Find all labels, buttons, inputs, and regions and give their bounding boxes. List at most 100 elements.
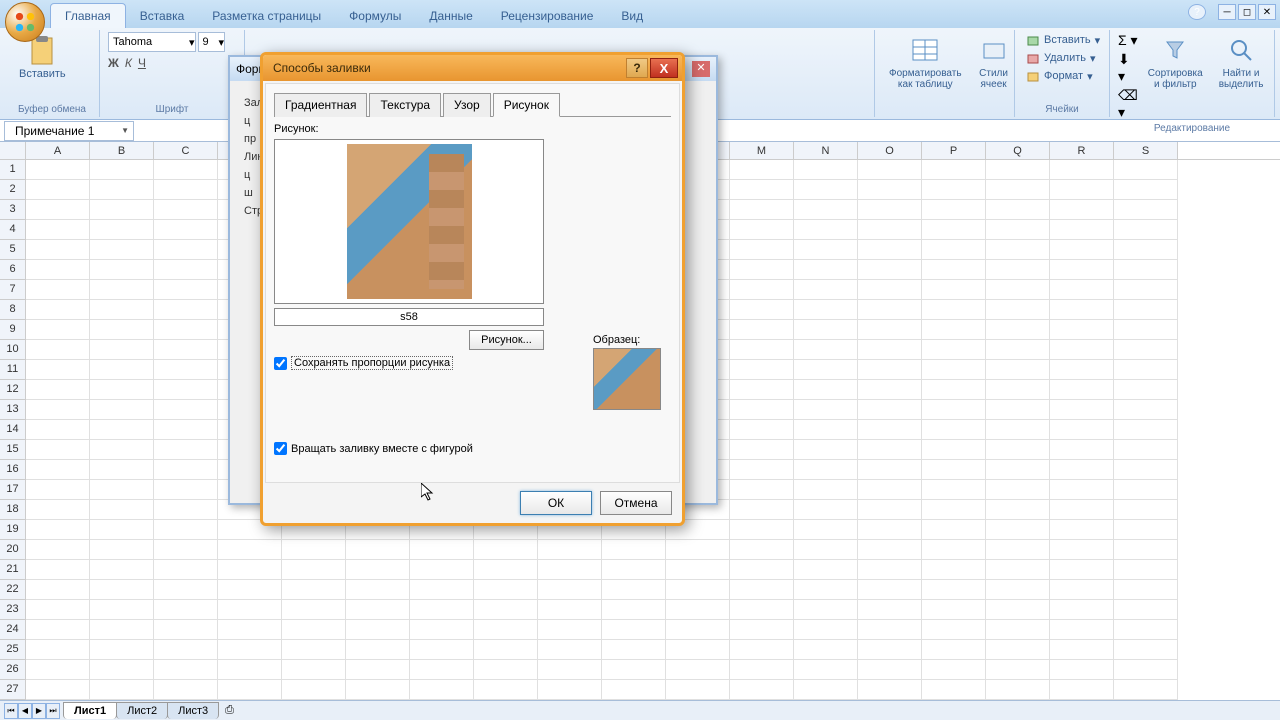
cell[interactable] (922, 300, 986, 320)
cell[interactable] (858, 400, 922, 420)
cell[interactable] (1050, 440, 1114, 460)
cell[interactable] (154, 400, 218, 420)
cell[interactable] (858, 560, 922, 580)
cell[interactable] (474, 620, 538, 640)
row-header[interactable]: 7 (0, 280, 26, 300)
cell[interactable] (602, 620, 666, 640)
cell[interactable] (986, 420, 1050, 440)
cell[interactable] (1050, 560, 1114, 580)
cell[interactable] (346, 600, 410, 620)
cell[interactable] (858, 240, 922, 260)
cell[interactable] (730, 340, 794, 360)
tab-pattern[interactable]: Узор (443, 93, 491, 117)
cell[interactable] (154, 420, 218, 440)
cell[interactable] (346, 660, 410, 680)
sheet-nav-prev[interactable]: ◀ (18, 703, 32, 719)
cell[interactable] (666, 640, 730, 660)
cell[interactable] (1050, 220, 1114, 240)
cell[interactable] (858, 340, 922, 360)
cell[interactable] (154, 440, 218, 460)
cell[interactable] (26, 180, 90, 200)
cell[interactable] (90, 480, 154, 500)
cell[interactable] (602, 540, 666, 560)
cell[interactable] (474, 680, 538, 700)
cell[interactable] (922, 420, 986, 440)
cell[interactable] (986, 480, 1050, 500)
bold-button[interactable]: Ж (108, 56, 119, 70)
select-all-corner[interactable] (0, 142, 26, 159)
cell[interactable] (986, 160, 1050, 180)
tab-formulas[interactable]: Формулы (335, 4, 415, 28)
cell[interactable] (986, 260, 1050, 280)
find-select[interactable]: Найти и выделить (1213, 32, 1270, 92)
tab-texture[interactable]: Текстура (369, 93, 441, 117)
cell[interactable] (858, 440, 922, 460)
cell[interactable] (154, 560, 218, 580)
italic-button[interactable]: К (125, 56, 132, 70)
cell[interactable] (410, 580, 474, 600)
row-header[interactable]: 9 (0, 320, 26, 340)
cell[interactable] (538, 540, 602, 560)
cell[interactable] (474, 660, 538, 680)
cell[interactable] (986, 200, 1050, 220)
cell[interactable] (282, 560, 346, 580)
row-header[interactable]: 8 (0, 300, 26, 320)
cell[interactable] (154, 340, 218, 360)
font-name-combo[interactable]: ▾ (108, 32, 196, 52)
cell[interactable] (26, 580, 90, 600)
cell[interactable] (794, 460, 858, 480)
cell[interactable] (794, 420, 858, 440)
cell[interactable] (1114, 540, 1178, 560)
cell[interactable] (986, 660, 1050, 680)
row-header[interactable]: 17 (0, 480, 26, 500)
cell[interactable] (26, 540, 90, 560)
row-header[interactable]: 11 (0, 360, 26, 380)
sheet-nav-first[interactable]: ⏮ (4, 703, 18, 719)
cell[interactable] (1114, 240, 1178, 260)
column-header[interactable]: R (1050, 142, 1114, 159)
cell[interactable] (154, 660, 218, 680)
cell[interactable] (154, 500, 218, 520)
rotate-fill-checkbox[interactable] (274, 442, 287, 455)
row-header[interactable]: 12 (0, 380, 26, 400)
cell[interactable] (154, 540, 218, 560)
cell[interactable] (1114, 200, 1178, 220)
cell[interactable] (858, 320, 922, 340)
help-icon[interactable]: ? (1188, 4, 1206, 20)
row-header[interactable]: 16 (0, 460, 26, 480)
cell[interactable] (858, 460, 922, 480)
cell[interactable] (90, 160, 154, 180)
cell[interactable] (986, 580, 1050, 600)
cell[interactable] (1050, 420, 1114, 440)
cell[interactable] (794, 480, 858, 500)
cell[interactable] (730, 420, 794, 440)
cell[interactable] (282, 580, 346, 600)
cell[interactable] (858, 380, 922, 400)
cell[interactable] (1114, 500, 1178, 520)
cell[interactable] (730, 480, 794, 500)
cell[interactable] (922, 340, 986, 360)
cell[interactable] (1114, 320, 1178, 340)
row-header[interactable]: 25 (0, 640, 26, 660)
delete-cells[interactable]: Удалить ▾ (1023, 50, 1103, 66)
cell[interactable] (1050, 640, 1114, 660)
cell[interactable] (218, 660, 282, 680)
cell[interactable] (474, 600, 538, 620)
cell[interactable] (1050, 340, 1114, 360)
cell[interactable] (730, 620, 794, 640)
cell[interactable] (90, 220, 154, 240)
row-header[interactable]: 5 (0, 240, 26, 260)
cell[interactable] (218, 620, 282, 640)
cell[interactable] (282, 620, 346, 640)
cell[interactable] (26, 600, 90, 620)
cell[interactable] (922, 660, 986, 680)
cell[interactable] (922, 360, 986, 380)
cell[interactable] (1050, 620, 1114, 640)
lock-aspect-checkbox[interactable] (274, 357, 287, 370)
cell[interactable] (730, 220, 794, 240)
cell[interactable] (922, 460, 986, 480)
cell[interactable] (26, 680, 90, 700)
format-dialog-close[interactable]: ✕ (692, 61, 710, 77)
cell[interactable] (154, 220, 218, 240)
cell[interactable] (1114, 660, 1178, 680)
